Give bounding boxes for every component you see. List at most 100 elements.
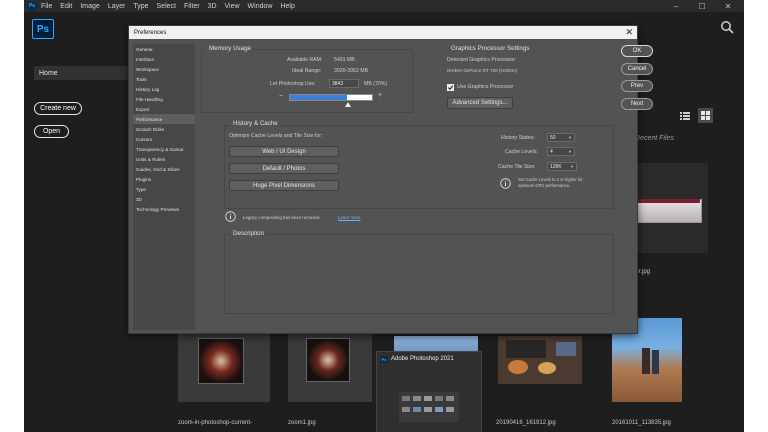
close-app-button[interactable]: ✕ xyxy=(716,0,740,12)
cache-levels-label: Cache Levels: xyxy=(505,149,538,155)
nav-units-rulers[interactable]: Units & Rulers xyxy=(133,154,195,164)
menu-view[interactable]: View xyxy=(225,3,240,10)
detected-gpu-value: NVIDIA GeForce GT 750 (NVIDIA) xyxy=(447,68,518,73)
let-photoshop-use-label: Let Photoshop Use: xyxy=(270,81,316,87)
cache-tile-size-select[interactable]: 128K ▼ xyxy=(547,162,577,171)
cache-info-text-2: optimum GPU performance. xyxy=(518,183,571,188)
prev-button[interactable]: Prev xyxy=(621,80,653,92)
memory-slider-thumb[interactable] xyxy=(344,102,351,107)
menu-filter[interactable]: Filter xyxy=(184,3,200,10)
maximize-button[interactable]: ☐ xyxy=(690,0,714,12)
photoshop-window: Ps File Edit Image Layer Type Select Fil… xyxy=(24,0,744,432)
recent-file-name[interactable]: 20161011_113835.jpg xyxy=(612,420,671,426)
recent-thumb-2[interactable] xyxy=(178,330,270,402)
memory-minus-icon[interactable]: − xyxy=(279,93,283,100)
menu-window[interactable]: Window xyxy=(248,3,273,10)
menu-select[interactable]: Select xyxy=(157,3,176,10)
minimize-button[interactable]: – xyxy=(664,0,688,12)
search-icon[interactable] xyxy=(720,20,734,34)
huge-pixel-dimensions-button[interactable]: Huge Pixel Dimensions xyxy=(229,180,339,191)
nav-interface[interactable]: Interface xyxy=(133,54,195,64)
ideal-range-value: 3020-3953 MB xyxy=(334,68,369,74)
ideal-range-label: Ideal Range: xyxy=(292,68,322,74)
nav-cursors[interactable]: Cursors xyxy=(133,134,195,144)
close-icon[interactable]: ✕ xyxy=(625,27,633,38)
history-states-select[interactable]: 50 ▼ xyxy=(547,133,575,142)
history-cache-title: History & Cache xyxy=(231,120,280,127)
chevron-down-icon: ▼ xyxy=(568,149,572,154)
cache-tile-size-value: 128K xyxy=(550,163,562,170)
web-ui-design-button[interactable]: Web / UI Design xyxy=(229,146,339,157)
open-button[interactable]: Open xyxy=(34,125,69,138)
preferences-dialog: Preferences ✕ General Interface Workspac… xyxy=(128,25,653,334)
splash-title: Adobe Photoshop 2021 xyxy=(391,356,454,362)
nav-technology-previews[interactable]: Technology Previews xyxy=(133,204,195,214)
use-gpu-checkbox[interactable] xyxy=(447,84,454,91)
create-new-button[interactable]: Create new xyxy=(34,102,82,115)
dialog-titlebar: Preferences ✕ xyxy=(129,26,637,39)
history-states-value: 50 xyxy=(550,134,556,141)
grid-view-icon[interactable] xyxy=(698,108,713,123)
nav-workspace[interactable]: Workspace xyxy=(133,64,195,74)
description-title: Description xyxy=(231,230,266,237)
nav-plugins[interactable]: Plugins xyxy=(133,174,195,184)
advanced-settings-button[interactable]: Advanced Settings... xyxy=(447,97,513,109)
nav-guides-grid[interactable]: Guides, Grid & Slices xyxy=(133,164,195,174)
memory-suffix: MB (70%) xyxy=(364,81,388,87)
nav-export[interactable]: Export xyxy=(133,104,195,114)
use-gpu-label: Use Graphics Processor xyxy=(457,84,514,90)
recent-file-name[interactable]: zoom1.jpg xyxy=(288,420,316,426)
menu-3d[interactable]: 3D xyxy=(208,3,217,10)
nav-type[interactable]: Type xyxy=(133,184,195,194)
ok-button[interactable]: OK xyxy=(621,45,653,57)
cancel-button[interactable]: Cancel xyxy=(621,63,653,75)
menu-type[interactable]: Type xyxy=(133,3,148,10)
cache-levels-select[interactable]: 4 ▼ xyxy=(547,147,575,156)
info-icon xyxy=(500,178,511,189)
chevron-down-icon: ▼ xyxy=(570,164,574,169)
menu-bar: Ps File Edit Image Layer Type Select Fil… xyxy=(24,0,744,12)
dialog-title: Preferences xyxy=(134,29,167,36)
detected-gpu-label: Detected Graphics Processor: xyxy=(447,57,517,63)
cache-levels-value: 4 xyxy=(550,148,553,155)
description-panel xyxy=(224,234,614,314)
recent-thumb-5[interactable] xyxy=(498,336,582,384)
nav-history-log[interactable]: History Log xyxy=(133,84,195,94)
menu-edit[interactable]: Edit xyxy=(60,3,72,10)
nav-file-handling[interactable]: File Handling xyxy=(133,94,195,104)
learn-more-link[interactable]: Learn more xyxy=(338,215,360,220)
cache-info-text-1: Set Cache Levels to 2 or higher for xyxy=(518,177,583,182)
next-button[interactable]: Next xyxy=(621,98,653,110)
default-photos-button[interactable]: Default / Photos xyxy=(229,163,339,174)
ps-mini-logo-icon: Ps xyxy=(27,1,37,11)
nav-3d[interactable]: 3D xyxy=(133,194,195,204)
nav-transparency[interactable]: Transparency & Gamut xyxy=(133,144,195,154)
menu-file[interactable]: File xyxy=(41,3,52,10)
recent-file-name[interactable]: zoom-in-photoshop-current- xyxy=(178,420,252,426)
menu-image[interactable]: Image xyxy=(80,3,99,10)
optimize-label: Optimize Cache Levels and Tile Size for: xyxy=(229,133,323,139)
legacy-compositing-text: Legacy compositing has been removed xyxy=(243,215,320,220)
memory-plus-icon[interactable]: + xyxy=(378,92,382,99)
available-ram-label: Available RAM: xyxy=(287,57,323,63)
recent-thumb-3[interactable] xyxy=(288,330,372,402)
nav-performance[interactable]: Performance xyxy=(133,114,195,124)
history-states-label: History States: xyxy=(501,135,535,141)
list-view-icon[interactable] xyxy=(679,110,691,122)
nav-scratch-disks[interactable]: Scratch Disks xyxy=(133,124,195,134)
menu-layer[interactable]: Layer xyxy=(108,3,126,10)
menu-help[interactable]: Help xyxy=(280,3,294,10)
splash-preview xyxy=(399,392,459,422)
cache-tile-size-label: Cache Tile Size: xyxy=(498,164,536,170)
nav-tools[interactable]: Tools xyxy=(133,74,195,84)
memory-usage-title: Memory Usage xyxy=(207,45,253,52)
chevron-down-icon: ▼ xyxy=(568,135,572,140)
gpu-settings-title: Graphics Processor Settings xyxy=(451,45,530,52)
recent-file-name[interactable]: 20190416_161912.jpg xyxy=(496,420,556,426)
memory-slider-track[interactable] xyxy=(289,94,373,101)
nav-general[interactable]: General xyxy=(133,44,195,54)
splash-window: Ps Adobe Photoshop 2021 xyxy=(376,351,482,432)
splash-ps-logo: Ps xyxy=(380,356,388,363)
recent-files-title: Recent Files xyxy=(635,135,674,142)
memory-amount-input[interactable]: 3843 xyxy=(329,79,359,88)
